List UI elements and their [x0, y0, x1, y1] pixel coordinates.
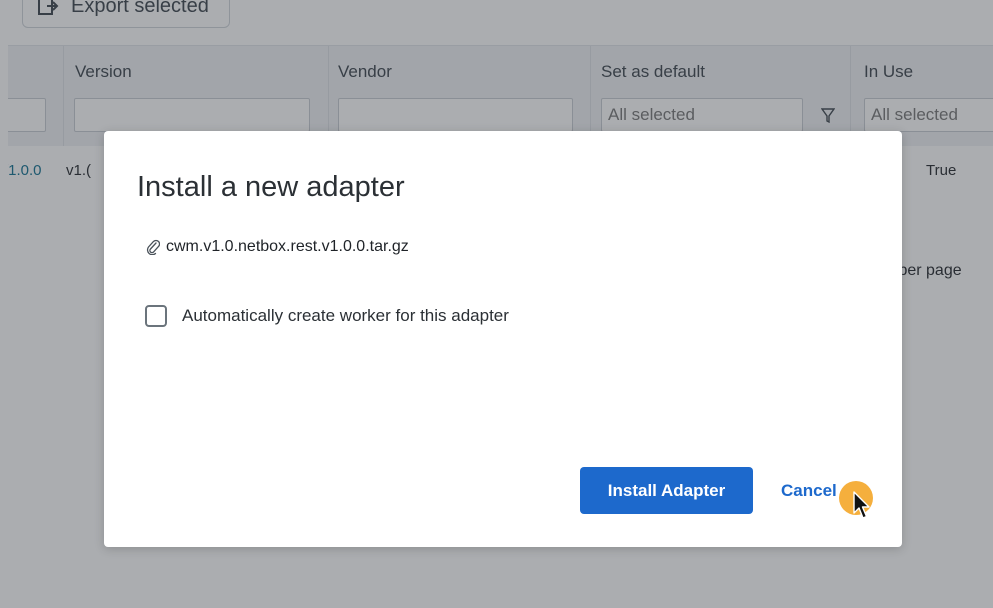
mouse-pointer-icon: [853, 491, 870, 519]
install-adapter-dialog: Install a new adapter cwm.v1.0.netbox.re…: [104, 131, 902, 547]
file-name: cwm.v1.0.netbox.rest.v1.0.0.tar.gz: [166, 238, 409, 255]
adapters-page: Export selected Version Vendor Set as de…: [0, 0, 993, 608]
auto-create-worker-checkbox[interactable]: [145, 305, 167, 327]
paperclip-icon: [146, 239, 161, 256]
dialog-title: Install a new adapter: [137, 171, 405, 203]
selected-file: cwm.v1.0.netbox.rest.v1.0.0.tar.gz: [146, 238, 409, 256]
auto-create-worker-option[interactable]: Automatically create worker for this ada…: [145, 305, 509, 327]
cancel-button[interactable]: Cancel: [769, 467, 849, 514]
auto-create-worker-label[interactable]: Automatically create worker for this ada…: [182, 306, 509, 326]
install-adapter-button[interactable]: Install Adapter: [580, 467, 753, 514]
